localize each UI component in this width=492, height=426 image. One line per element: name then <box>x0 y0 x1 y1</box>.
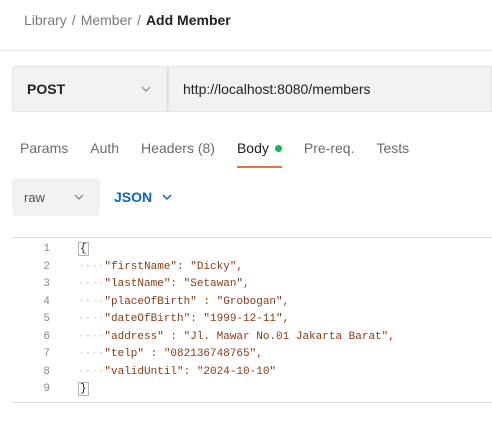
code-text: ····"placeOfBirth" : "Grobogan", <box>78 296 289 308</box>
code-text: ····"validUntil": "2024-10-10" <box>78 366 276 378</box>
body-status-dot <box>274 144 282 152</box>
header-divider <box>0 50 492 51</box>
line-number: 1 <box>43 243 50 255</box>
indent-guide: ···· <box>78 260 105 273</box>
editor-bottom-border <box>12 402 492 403</box>
code-text: { <box>78 242 89 256</box>
chevron-down-icon <box>72 190 86 204</box>
code-text: } <box>78 382 89 396</box>
request-tabs: Params Auth Headers (8) Body Pre-req. Te… <box>20 138 431 168</box>
tab-label: Tests <box>376 140 410 156</box>
body-language-label: JSON <box>114 189 153 205</box>
line-number: 9 <box>43 383 50 395</box>
code-text: ····"lastName": "Setawan", <box>78 278 250 290</box>
line-number: 7 <box>43 348 50 360</box>
url-input[interactable]: http://localhost:8080/members <box>168 66 492 112</box>
line-number: 4 <box>43 295 50 308</box>
brace: { <box>78 242 89 256</box>
tab-auth[interactable]: Auth <box>90 138 119 158</box>
tab-label: Pre-req. <box>303 140 355 156</box>
breadcrumb-item-library[interactable]: Library <box>24 12 67 28</box>
brace: } <box>78 382 89 396</box>
breadcrumb-separator: / <box>137 12 141 28</box>
tab-label: Auth <box>90 140 120 156</box>
breadcrumb-item-member[interactable]: Member <box>81 12 132 28</box>
body-mode-select[interactable]: raw <box>12 178 100 216</box>
code-line[interactable]: 7 ····"telp" : "082136748765", <box>12 346 492 362</box>
chevron-down-icon <box>160 190 174 204</box>
indent-guide: ···· <box>78 313 105 325</box>
code-editor[interactable]: 1{2 ····"firstName": "Dicky", 3 ····"lastNa… <box>12 237 492 401</box>
code-line[interactable]: 3 ····"lastName": "Setawan", <box>12 276 492 292</box>
json-entry: "placeOfBirth" : "Grobogan", <box>104 295 290 308</box>
json-entry: "lastName": "Setawan", <box>104 278 250 290</box>
code-line[interactable]: 9} <box>12 381 492 397</box>
method-select[interactable]: POST <box>12 66 167 112</box>
code-text: ····"firstName": "Dicky", <box>78 261 243 273</box>
body-language-select[interactable]: JSON <box>114 189 174 205</box>
tab-params[interactable]: Params <box>20 138 68 158</box>
code-text: ····"dateOfBirth": "1999-12-11", <box>78 313 289 325</box>
chevron-down-icon <box>139 82 153 96</box>
code-line[interactable]: 8 ····"validUntil": "2024-10-10" <box>12 364 492 380</box>
tab-tests[interactable]: Tests <box>376 138 409 158</box>
body-options: raw JSON <box>12 178 174 216</box>
method-label: POST <box>27 81 66 97</box>
code-line[interactable]: 2 ····"firstName": "Dicky", <box>12 259 492 275</box>
tab-headers[interactable]: Headers (8) <box>141 138 215 158</box>
breadcrumb-separator: / <box>71 12 76 28</box>
code-line[interactable]: 6 ····"address" : "Jl. Mawar No.01 Jakart… <box>12 329 492 345</box>
tab-prereq[interactable]: Pre-req. <box>304 138 355 158</box>
request-bar: POST http://localhost:8080/members <box>12 66 492 112</box>
indent-guide: ···· <box>78 278 105 290</box>
breadcrumb-current[interactable]: Add Member <box>146 12 231 28</box>
tab-label: Body <box>236 140 269 156</box>
line-number: 5 <box>43 313 50 325</box>
line-number: 2 <box>43 260 50 273</box>
json-entry: "dateOfBirth": "1999-12-11", <box>104 313 290 325</box>
indent-guide: ···· <box>78 295 105 308</box>
tab-label: Headers (8) <box>141 140 215 156</box>
json-entry: "address" : "Jl. Mawar No.01 Jakarta Bar… <box>104 330 395 343</box>
json-entry: "validUntil": "2024-10-10" <box>104 365 277 378</box>
line-number: 6 <box>43 330 50 343</box>
code-text: ····"address" : "Jl. Mawar No.01 Jakarta… <box>78 331 395 343</box>
code-line[interactable]: 4 ····"placeOfBirth" : "Grobogan", <box>12 294 492 310</box>
indent-guide: ···· <box>78 330 105 343</box>
json-entry: "telp" : "082136748765", <box>104 348 263 360</box>
json-entry: "firstName": "Dicky", <box>104 260 244 273</box>
code-line[interactable]: 1{ <box>12 241 492 257</box>
line-number: 8 <box>43 365 50 378</box>
tab-label: Params <box>20 140 69 156</box>
indent-guide: ···· <box>78 365 105 378</box>
code-text: ····"telp" : "082136748765", <box>78 348 263 360</box>
line-number: 3 <box>43 278 50 290</box>
body-mode-label: raw <box>24 189 45 205</box>
breadcrumb: Library / Member / Add Member <box>24 10 231 30</box>
code-line[interactable]: 5 ····"dateOfBirth": "1999-12-11", <box>12 311 492 327</box>
indent-guide: ···· <box>78 348 105 360</box>
tab-body[interactable]: Body <box>236 138 282 168</box>
